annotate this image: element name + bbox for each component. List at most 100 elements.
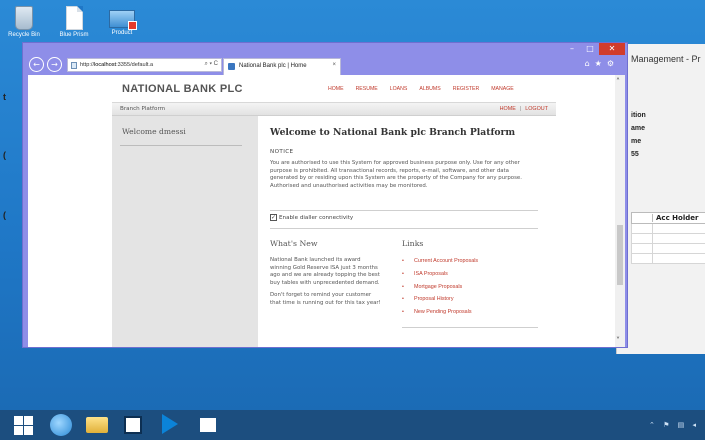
divider bbox=[270, 228, 538, 229]
back-button[interactable]: ← bbox=[29, 57, 44, 72]
address-prefix: http:// bbox=[80, 62, 94, 68]
windows-logo-icon bbox=[14, 416, 23, 425]
windows-logo-icon bbox=[14, 426, 23, 435]
vertical-scrollbar[interactable]: ˄ ˅ bbox=[615, 75, 625, 347]
scrollbar-thumb[interactable] bbox=[617, 225, 623, 285]
link-label: Mortgage Proposals bbox=[414, 283, 463, 290]
windows-logo-icon bbox=[24, 416, 33, 425]
link-label: Current Account Proposals bbox=[414, 258, 479, 264]
address-path: :3355/default.a bbox=[116, 62, 154, 68]
maximize-button[interactable]: □ bbox=[581, 43, 599, 55]
browser-toolbar: ← → http://localhost:3355/default.a ⌕ ▾ … bbox=[23, 55, 627, 75]
home-link[interactable]: HOME bbox=[500, 106, 516, 112]
nav-albums[interactable]: ALBUMS bbox=[419, 86, 440, 92]
link-label: Proposal History bbox=[414, 296, 454, 303]
address-bar[interactable]: http://localhost:3355/default.a ⌕ ▾ C bbox=[67, 58, 222, 72]
whats-new-heading: What's New bbox=[270, 239, 318, 248]
background-grid-row bbox=[631, 224, 705, 234]
links-list: • Current Account Proposals • ISA Proposal… bbox=[402, 258, 478, 322]
link-separator: | bbox=[519, 106, 522, 112]
recycle-bin-icon bbox=[15, 6, 33, 30]
nav-home[interactable]: HOME bbox=[328, 86, 344, 92]
page-icon bbox=[71, 62, 77, 69]
tab-title: National Bank plc | Home bbox=[239, 63, 307, 69]
notice-label: NOTICE bbox=[270, 149, 294, 155]
bullet-icon: • bbox=[402, 258, 404, 264]
divider bbox=[120, 145, 242, 146]
system-tray[interactable]: ⌃ ⚑ ▤ ◂ bbox=[649, 421, 699, 429]
link-label: ISA Proposals bbox=[414, 270, 448, 277]
whats-new-text: National Bank launched its award winning… bbox=[270, 257, 382, 308]
background-grid-header: Acc Holder bbox=[631, 212, 705, 224]
bullet-icon: • bbox=[402, 270, 404, 277]
background-grid-row bbox=[631, 254, 705, 264]
sub-header-links: HOME | LOGOUT bbox=[500, 106, 548, 112]
browser-window: – □ ✕ ← → http://localhost:3355/default.… bbox=[22, 42, 628, 348]
nav-manage[interactable]: MANAGE bbox=[491, 86, 513, 92]
background-label: me bbox=[631, 138, 642, 145]
minimize-button[interactable]: – bbox=[563, 43, 581, 55]
command-prompt-icon[interactable] bbox=[200, 418, 216, 432]
site-header: NATIONAL BANK PLC HOME RESUME LOANS ALBU… bbox=[28, 75, 615, 101]
app-window-icon[interactable] bbox=[124, 416, 142, 434]
background-management-window[interactable]: Management - Pr ition ame me 55 Acc Hold… bbox=[616, 44, 705, 354]
link-new-pending-proposals[interactable]: • New Pending Proposals bbox=[402, 309, 478, 322]
background-window-fragment: ( bbox=[3, 210, 6, 220]
home-favorites-settings-icons[interactable]: ⌂★⚙ bbox=[585, 59, 619, 68]
bullet-icon: • bbox=[402, 309, 404, 316]
background-label: ame bbox=[631, 125, 646, 132]
scroll-down-icon[interactable]: ˅ bbox=[616, 336, 620, 345]
file-explorer-icon[interactable] bbox=[86, 417, 108, 433]
taskbar: ⌃ ⚑ ▤ ◂ bbox=[0, 410, 705, 440]
dialler-checkbox[interactable]: ✓ bbox=[270, 214, 277, 221]
background-label: 55 bbox=[631, 151, 639, 158]
start-button[interactable] bbox=[12, 414, 34, 436]
background-window-fragment: t bbox=[3, 92, 6, 102]
page-viewport: NATIONAL BANK PLC HOME RESUME LOANS ALBU… bbox=[28, 75, 625, 347]
sub-header-bar: Branch Platform HOME | LOGOUT bbox=[112, 102, 556, 116]
address-tools-icons[interactable]: ⌕ ▾ C bbox=[204, 61, 218, 68]
nav-resume[interactable]: RESUME bbox=[356, 86, 378, 92]
background-grid-row bbox=[631, 244, 705, 254]
sidebar: Welcome dmessi bbox=[112, 116, 258, 347]
page-title: Welcome to National Bank plc Branch Plat… bbox=[270, 127, 516, 138]
divider bbox=[402, 327, 538, 328]
logout-link[interactable]: LOGOUT bbox=[525, 106, 548, 112]
bullet-icon: • bbox=[402, 283, 404, 290]
divider bbox=[270, 210, 538, 211]
background-grid-row bbox=[631, 234, 705, 244]
tab-national-bank-home[interactable]: National Bank plc | Home × bbox=[223, 58, 341, 75]
background-window-title: Management - Pr bbox=[631, 54, 701, 64]
internet-explorer-icon[interactable] bbox=[50, 414, 72, 436]
product-app-icon bbox=[109, 10, 137, 30]
scroll-up-icon[interactable]: ˄ bbox=[616, 77, 620, 86]
news-paragraph: National Bank launched its award winning… bbox=[270, 257, 380, 286]
site-logo[interactable]: NATIONAL BANK PLC bbox=[122, 83, 243, 95]
nav-loans[interactable]: LOANS bbox=[390, 86, 408, 92]
close-button[interactable]: ✕ bbox=[599, 43, 625, 55]
address-host: localhost bbox=[94, 62, 117, 68]
tab-close-icon[interactable]: × bbox=[332, 62, 336, 68]
windows-logo-icon bbox=[24, 426, 33, 435]
favicon-icon bbox=[228, 63, 235, 70]
desktop-icon-blue-prism[interactable]: Blue Prism bbox=[52, 6, 96, 39]
desktop-icon-label: Product bbox=[111, 30, 133, 36]
blue-prism-icon[interactable] bbox=[162, 414, 178, 434]
bullet-icon: • bbox=[402, 296, 404, 303]
branch-platform-label: Branch Platform bbox=[120, 106, 166, 112]
main-nav: HOME RESUME LOANS ALBUMS REGISTER MANAGE bbox=[328, 86, 514, 92]
grid-column-header: Acc Holder bbox=[652, 214, 698, 222]
forward-button[interactable]: → bbox=[47, 57, 62, 72]
desktop-icon-recycle-bin[interactable]: Recycle Bin bbox=[2, 6, 46, 39]
checkbox-label: Enable dialler connectivity bbox=[279, 215, 354, 221]
link-mortgage-proposals[interactable]: • Mortgage Proposals bbox=[402, 284, 478, 297]
desktop-icon-label: Blue Prism bbox=[59, 32, 89, 38]
desktop-icon-label: Recycle Bin bbox=[8, 32, 40, 38]
dialler-checkbox-row[interactable]: ✓ Enable dialler connectivity bbox=[270, 214, 353, 221]
desktop-icon-product[interactable]: Product bbox=[100, 6, 144, 37]
link-isa-proposals[interactable]: • ISA Proposals bbox=[402, 271, 478, 284]
link-current-account-proposals[interactable]: • Current Account Proposals bbox=[402, 258, 478, 271]
news-paragraph: Don't forget to remind your customer tha… bbox=[270, 292, 381, 306]
link-proposal-history[interactable]: • Proposal History bbox=[402, 296, 478, 309]
nav-register[interactable]: REGISTER bbox=[453, 86, 480, 92]
